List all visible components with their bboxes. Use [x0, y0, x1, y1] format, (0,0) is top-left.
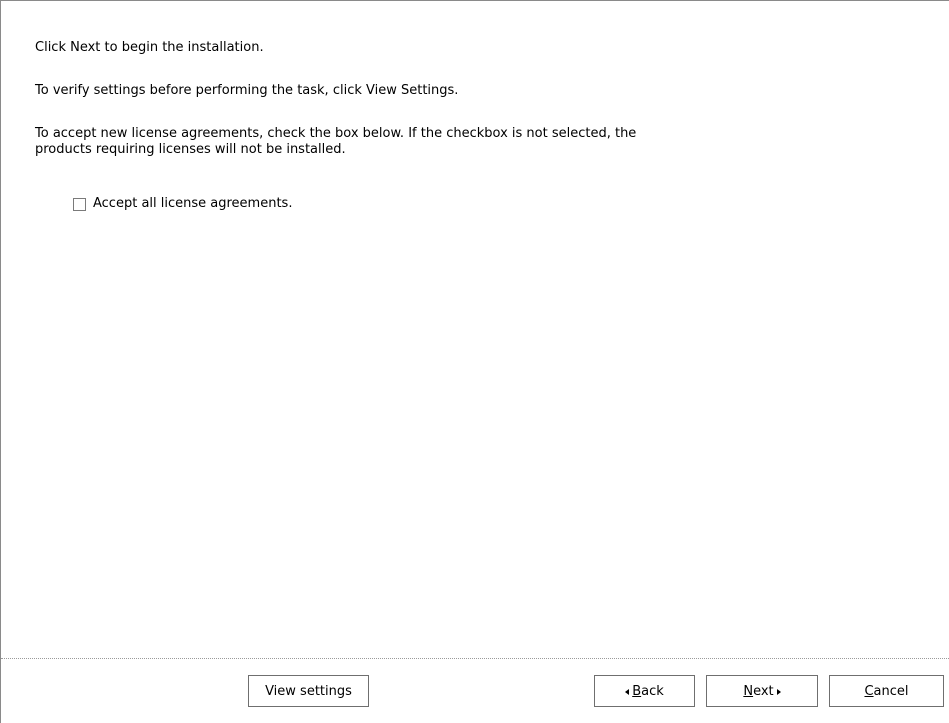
intro-text-view-settings: To verify settings before performing the… [35, 83, 459, 98]
button-bar: View settings Back Next Cancel [1, 658, 949, 723]
intro-text-next: Click Next to begin the installation. [35, 40, 264, 55]
next-button[interactable]: Next [706, 675, 818, 707]
arrow-right-icon [776, 689, 781, 695]
next-label: ext [753, 683, 774, 699]
accept-license-option[interactable]: Accept all license agreements. [73, 196, 292, 212]
intro-text-license-line1: To accept new license agreements, check … [35, 126, 637, 141]
cancel-button[interactable]: Cancel [829, 675, 944, 707]
back-button[interactable]: Back [594, 675, 695, 707]
back-label: ack [641, 683, 664, 699]
next-mnemonic: N [743, 683, 754, 699]
accept-license-label[interactable]: Accept all license agreements. [93, 196, 292, 212]
intro-text-license-line2: products requiring licenses will not be … [35, 142, 346, 157]
arrow-left-icon [625, 689, 630, 695]
back-mnemonic: B [632, 683, 642, 699]
wizard-content: Click Next to begin the installation. To… [1, 1, 949, 657]
view-settings-button[interactable]: View settings [248, 675, 369, 707]
view-settings-label: View settings [265, 683, 352, 699]
accept-license-checkbox[interactable] [73, 197, 86, 211]
cancel-mnemonic: C [864, 683, 874, 699]
cancel-label: ancel [873, 683, 909, 699]
installer-window: Click Next to begin the installation. To… [0, 0, 949, 723]
